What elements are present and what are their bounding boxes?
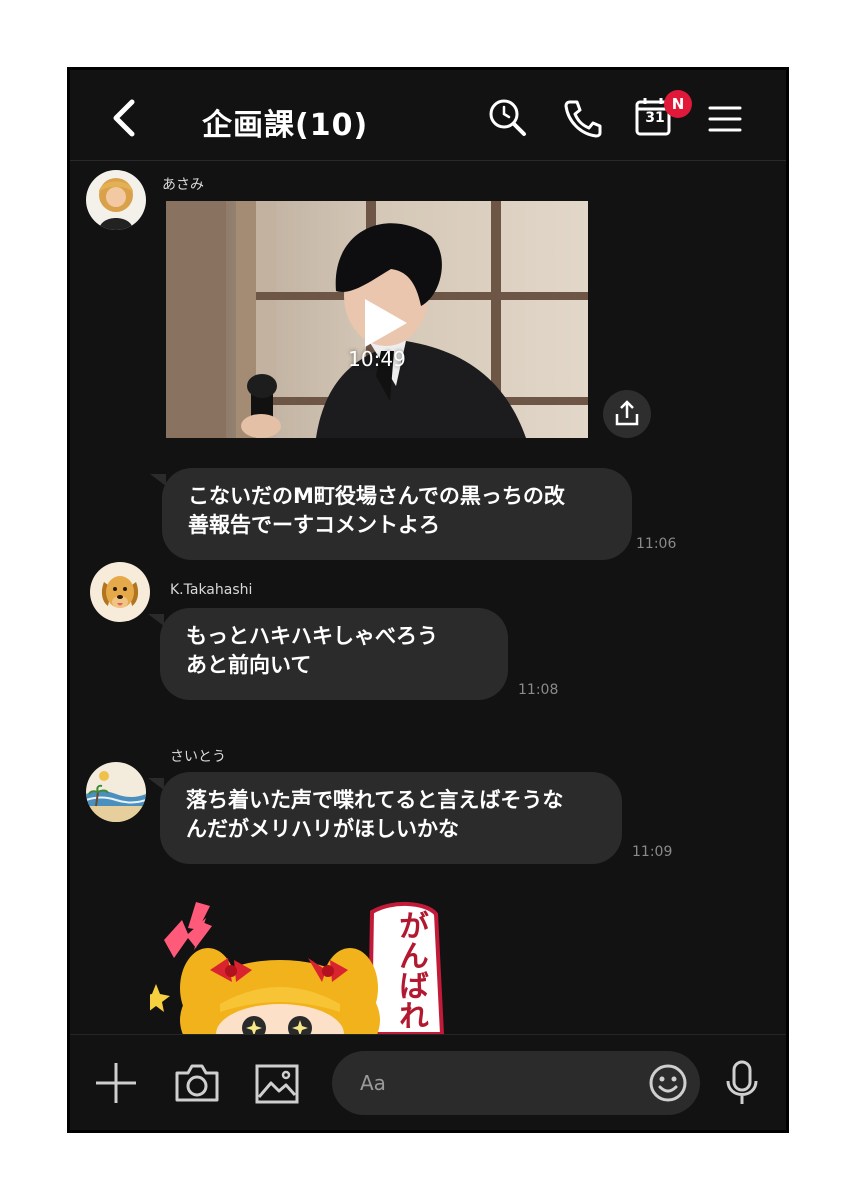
avatar[interactable] <box>86 170 146 230</box>
message-line: もっとハキハキしゃべろう <box>186 624 438 648</box>
message-line: んだがメリハリがほしいかな <box>186 817 459 841</box>
message-timestamp: 11:09 <box>632 844 673 860</box>
image-icon[interactable] <box>254 1063 300 1105</box>
sender-name: あさみ <box>162 177 204 193</box>
chat-title: 企画課(10) <box>202 108 369 143</box>
sticker-text: がんばれ <box>393 910 428 1030</box>
play-icon[interactable] <box>361 297 409 349</box>
avatar[interactable] <box>90 562 150 622</box>
plus-icon[interactable] <box>94 1061 138 1105</box>
share-icon <box>615 400 639 426</box>
camera-icon[interactable] <box>174 1063 220 1103</box>
message-input[interactable] <box>332 1051 700 1115</box>
message-line: こないだのM町役場さんでの黒っちの改 <box>188 484 565 508</box>
sticker-message[interactable]: がんばれ <box>150 900 450 1034</box>
video-duration: 10:49 <box>348 347 406 371</box>
sender-name: さいとう <box>170 749 226 765</box>
message-bubble[interactable]: もっとハキハキしゃべろう あと前向いて <box>160 608 508 700</box>
menu-icon[interactable] <box>708 104 742 134</box>
share-button[interactable] <box>603 390 651 438</box>
microphone-icon[interactable] <box>724 1059 760 1107</box>
emoji-icon[interactable] <box>648 1063 688 1103</box>
phone-icon[interactable] <box>562 98 602 138</box>
bubble-tail <box>148 778 164 790</box>
chat-header: 企画課(10) 31 N <box>70 70 786 161</box>
video-message[interactable]: 10:49 <box>166 201 588 438</box>
sender-name: K.Takahashi <box>170 582 253 598</box>
message-timestamp: 11:06 <box>636 536 677 552</box>
message-line: 落ち着いた声で喋れてると言えばそうな <box>186 788 564 812</box>
message-bubble[interactable]: こないだのM町役場さんでの黒っちの改 善報告でーすコメントよろ <box>162 468 632 560</box>
bubble-tail <box>148 614 164 626</box>
message-composer <box>70 1034 786 1130</box>
chat-window: 企画課(10) 31 N あさみ 10:49 こないだのM町役場さんでの黒っちの… <box>67 67 789 1133</box>
calendar-day: 31 <box>645 110 665 126</box>
notification-badge: N <box>664 90 692 118</box>
bubble-tail <box>150 474 166 486</box>
message-bubble[interactable]: 落ち着いた声で喋れてると言えばそうな んだがメリハリがほしいかな <box>160 772 622 864</box>
message-timestamp: 11:08 <box>518 682 559 698</box>
back-arrow-icon[interactable] <box>108 98 140 138</box>
message-line: 善報告でーすコメントよろ <box>188 513 440 537</box>
search-icon[interactable] <box>488 98 528 138</box>
avatar[interactable] <box>86 762 146 822</box>
message-line: あと前向いて <box>186 653 312 677</box>
